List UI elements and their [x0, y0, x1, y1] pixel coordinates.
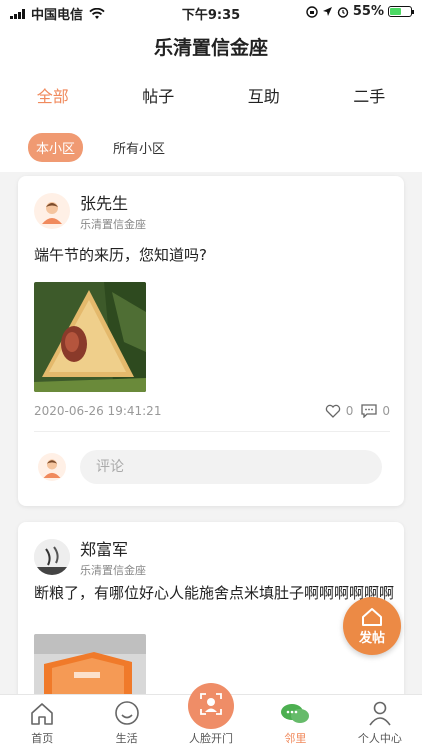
person-icon — [369, 701, 391, 726]
tabbar-item-home[interactable]: 首页 — [0, 695, 84, 750]
comment-avatar — [38, 453, 66, 481]
author-name: 郑富军 — [80, 540, 129, 559]
new-post-button[interactable]: 发帖 — [343, 597, 401, 655]
comment-icon — [361, 404, 378, 418]
avatar[interactable] — [34, 193, 70, 229]
face-unlock-button[interactable] — [188, 683, 235, 729]
tab-all[interactable]: 全部 — [0, 72, 106, 122]
divider — [34, 431, 390, 432]
filter-this-community[interactable]: 本小区 — [28, 132, 84, 162]
tab-help[interactable]: 互助 — [211, 72, 317, 122]
tabbar-label: 个人中心 — [357, 732, 402, 745]
comment-row: 评论 — [38, 450, 382, 484]
bottom-tabbar: 首页 生活 人脸开门 邻里 个人中心 — [0, 683, 422, 750]
post-author: 张先生 乐清置信金座 — [34, 190, 146, 232]
home-icon — [31, 703, 54, 725]
tabbar-item-face-unlock[interactable]: 人脸开门 — [169, 683, 253, 750]
post-text: 断粮了，有哪位好心人能施舍点米填肚子啊啊啊啊啊啊 — [34, 584, 395, 602]
filter-all-communities[interactable]: 所有小区 — [105, 133, 173, 162]
status-right: 55% — [306, 4, 414, 19]
lock-rotation-icon — [306, 5, 318, 18]
tab-posts[interactable]: 帖子 — [106, 72, 212, 122]
page-title: 乐清置信金座 — [153, 37, 268, 59]
comment-input[interactable]: 评论 — [80, 450, 382, 484]
smile-icon — [114, 701, 139, 725]
tabbar-item-neighbors[interactable]: 邻里 — [253, 695, 337, 750]
like-button[interactable]: 0 — [325, 404, 354, 418]
post-image[interactable] — [34, 282, 146, 392]
post-image[interactable] — [34, 634, 146, 696]
author-community: 乐清置信金座 — [80, 218, 146, 231]
post-text: 端午节的来历，您知道吗? — [34, 246, 207, 264]
tabbar-label: 邻里 — [284, 732, 307, 745]
tabbar-label: 人脸开门 — [189, 732, 234, 745]
avatar[interactable] — [34, 539, 70, 575]
author-community: 乐清置信金座 — [80, 564, 146, 577]
battery-label: 55% — [352, 4, 384, 19]
tabbar-label: 首页 — [31, 732, 54, 745]
battery-icon — [388, 6, 414, 17]
tabbar-item-profile[interactable]: 个人中心 — [338, 695, 422, 750]
alarm-icon — [337, 6, 349, 18]
post-meta: 2020-06-26 19:41:21 0 0 — [34, 404, 390, 418]
comment-count: 0 — [382, 404, 390, 418]
post-card[interactable]: 张先生 乐清置信金座 端午节的来历，您知道吗? 2020-06-26 19:41… — [18, 176, 404, 506]
category-tabs: 全部 帖子 互助 二手 — [0, 72, 422, 122]
post-actions: 0 0 — [325, 404, 390, 418]
post-timestamp: 2020-06-26 19:41:21 — [34, 404, 162, 418]
user-avatar-icon — [34, 539, 70, 575]
header: 乐清置信金座 — [0, 24, 422, 72]
house-pen-icon — [362, 607, 382, 626]
location-icon — [322, 7, 332, 16]
post-author: 郑富军 乐清置信金座 — [34, 536, 146, 578]
tab-secondhand[interactable]: 二手 — [317, 72, 422, 122]
face-icon — [200, 693, 222, 715]
user-avatar-icon — [42, 202, 62, 224]
chat-icon — [281, 704, 310, 723]
tabbar-item-life[interactable]: 生活 — [84, 695, 168, 750]
status-bar: 中国电信 下午9:35 55% — [0, 0, 422, 24]
comment-count-button[interactable]: 0 — [361, 404, 390, 418]
user-avatar-icon — [43, 459, 61, 478]
community-filters: 本小区 所有小区 — [0, 122, 422, 172]
author-name: 张先生 — [80, 194, 129, 213]
new-post-label: 发帖 — [358, 630, 385, 646]
heart-icon — [325, 404, 340, 418]
like-count: 0 — [345, 404, 354, 418]
tabbar-label: 生活 — [115, 732, 138, 745]
